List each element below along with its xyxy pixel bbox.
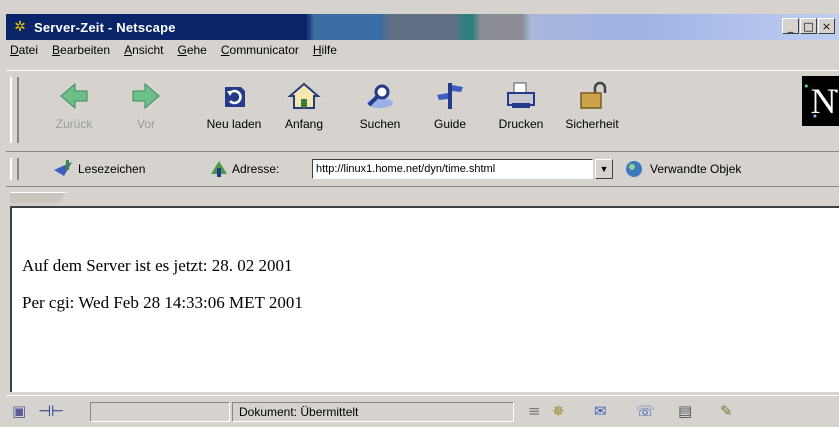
- home-label: Anfang: [284, 117, 324, 131]
- location-toolbar: Lesezeichen Adresse: http://linux1.home.…: [6, 154, 839, 187]
- minimize-button[interactable]: _: [782, 18, 799, 34]
- forward-arrow-icon: [132, 82, 160, 110]
- divider-grip-icon: ≡: [528, 402, 541, 420]
- location-grip[interactable]: [10, 158, 19, 180]
- security-label: Sicherheit: [565, 117, 619, 131]
- related-button[interactable]: Verwandte Objek: [624, 160, 741, 178]
- back-arrow-icon: [60, 82, 88, 110]
- logo-letter: N: [810, 81, 837, 121]
- security-button[interactable]: Sicherheit: [562, 77, 622, 143]
- cgi-time-line: Per cgi: Wed Feb 28 14:33:06 MET 2001: [22, 293, 303, 312]
- print-label: Drucken: [498, 117, 544, 131]
- maximize-button[interactable]: □: [800, 18, 817, 34]
- address-label-group: Adresse:: [210, 160, 279, 178]
- menu-datei[interactable]: Datei: [10, 43, 38, 63]
- menu-gehe[interactable]: Gehe: [177, 43, 206, 63]
- back-label: Zurück: [55, 117, 93, 131]
- home-button[interactable]: Anfang: [274, 77, 334, 143]
- navigation-toolbar: Zurück Vor Neu laden Anfang Suchen Guide…: [6, 70, 839, 152]
- search-label: Suchen: [359, 117, 401, 131]
- close-button[interactable]: ×: [818, 18, 835, 34]
- window-controls: _ □ ×: [782, 18, 835, 34]
- chevron-down-icon: ▼: [599, 164, 609, 174]
- toolbar-grip[interactable]: [10, 77, 19, 143]
- related-icon: [626, 161, 642, 177]
- menu-bar: Datei Bearbeiten Ansicht Gehe Communicat…: [10, 43, 337, 63]
- reload-button[interactable]: Neu laden: [204, 77, 264, 143]
- security-lock-icon: [580, 81, 607, 109]
- composer-icon[interactable]: ▤: [678, 402, 692, 420]
- title-bar[interactable]: ✲ Server-Zeit - Netscape _ □ ×: [6, 14, 839, 40]
- discussions-icon[interactable]: ☏: [636, 402, 655, 420]
- print-button[interactable]: Drucken: [491, 77, 551, 143]
- browser-window: ✲ Server-Zeit - Netscape _ □ × Datei Bea…: [0, 0, 839, 427]
- guide-icon: [437, 83, 463, 109]
- navigator-icon[interactable]: ✵: [552, 402, 565, 420]
- bookmarks-icon: [54, 160, 72, 176]
- menu-communicator[interactable]: Communicator: [221, 43, 299, 63]
- print-icon: [507, 82, 535, 108]
- url-dropdown-button[interactable]: ▼: [595, 159, 613, 179]
- menu-ansicht[interactable]: Ansicht: [124, 43, 163, 63]
- server-time-line: Auf dem Server ist es jetzt: 28. 02 2001: [22, 256, 293, 275]
- reload-icon: [225, 87, 245, 107]
- menu-hilfe[interactable]: Hilfe: [313, 43, 337, 63]
- netscape-logo[interactable]: N: [802, 76, 839, 126]
- mail-icon[interactable]: ✉: [594, 402, 607, 420]
- editor-icon[interactable]: ✎: [720, 402, 733, 420]
- connection-status-icon: ⊣⊢: [38, 402, 65, 420]
- guide-label: Guide: [433, 117, 467, 131]
- search-icon: [367, 84, 393, 108]
- address-label: Adresse:: [232, 162, 280, 176]
- back-button[interactable]: Zurück: [44, 77, 104, 143]
- security-status-icon[interactable]: ▣: [12, 402, 26, 420]
- reload-label: Neu laden: [206, 117, 262, 131]
- bookmarks-button[interactable]: Lesezeichen: [52, 160, 145, 178]
- forward-button[interactable]: Vor: [116, 77, 176, 143]
- bookmarks-label: Lesezeichen: [78, 162, 146, 176]
- related-label: Verwandte Objek: [650, 162, 742, 176]
- forward-label: Vor: [136, 117, 155, 131]
- status-text: Dokument: Übermittelt: [232, 402, 514, 422]
- page-proxy-icon[interactable]: [210, 160, 228, 178]
- status-bar: ▣ ⊣⊢ Dokument: Übermittelt ≡ ✵ ✉ ☏ ▤ ✎: [6, 395, 839, 427]
- url-input[interactable]: http://linux1.home.net/dyn/time.shtml: [312, 159, 593, 179]
- page-content: Auf dem Server ist es jetzt: 28. 02 2001…: [10, 206, 839, 392]
- guide-button[interactable]: Guide: [420, 77, 480, 143]
- netscape-app-icon: ✲: [14, 19, 26, 35]
- progress-cell: [90, 402, 230, 422]
- collapsed-toolbar-tabs: [6, 190, 839, 204]
- search-button[interactable]: Suchen: [350, 77, 410, 143]
- home-icon: [287, 82, 321, 109]
- menu-bearbeiten[interactable]: Bearbeiten: [52, 43, 110, 63]
- toolbar-tab[interactable]: [10, 192, 66, 203]
- window-title: Server-Zeit - Netscape: [34, 19, 176, 35]
